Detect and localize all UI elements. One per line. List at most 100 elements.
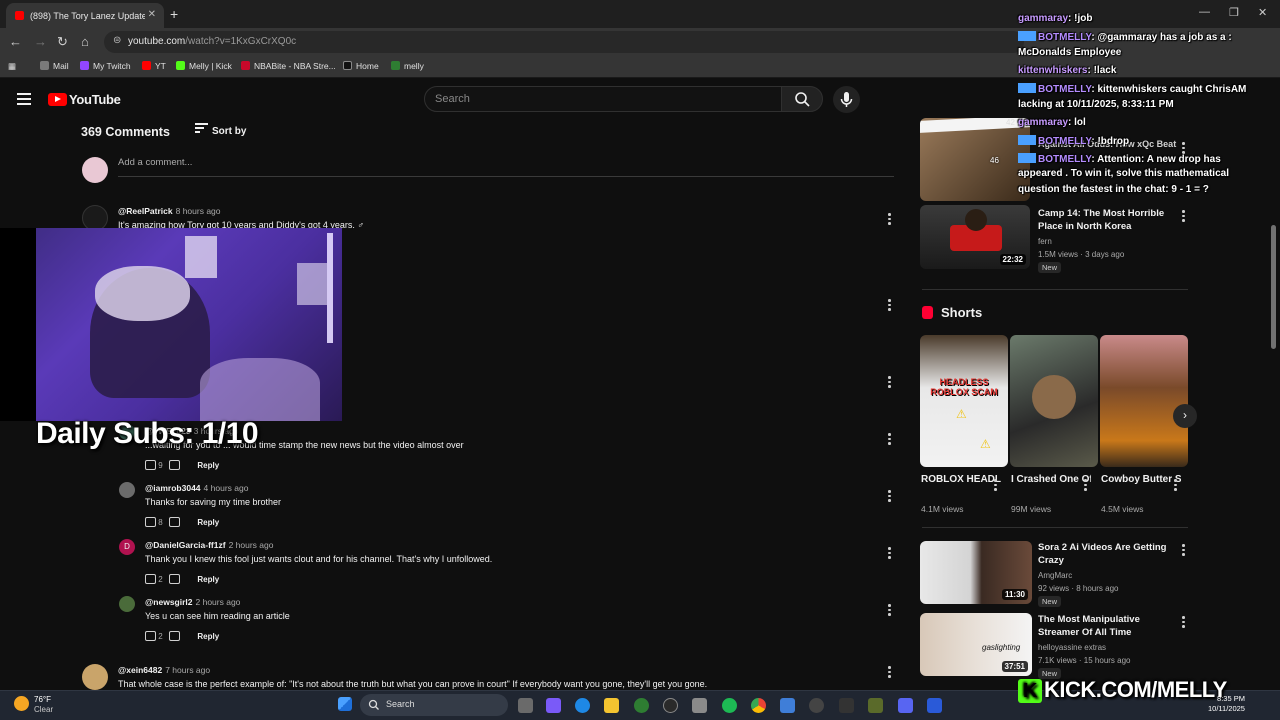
divider xyxy=(922,527,1188,528)
chat-line: kittenwhiskers: !lack xyxy=(1018,65,1117,76)
avatar[interactable]: D xyxy=(119,539,135,555)
chrome-icon[interactable] xyxy=(751,698,766,713)
short-thumbnail[interactable]: HEADLESS ROBLOX SCAM ⚠ ⚠ xyxy=(920,335,1008,467)
like-icon[interactable] xyxy=(145,460,156,470)
more-actions-icon[interactable] xyxy=(888,376,892,390)
dislike-icon[interactable] xyxy=(169,631,181,641)
more-actions-icon[interactable] xyxy=(1182,544,1186,558)
video-channel[interactable]: AmgMarc xyxy=(1038,569,1072,582)
comment-author[interactable]: @ReelPatrick 8 hours ago xyxy=(118,206,221,216)
dislike-icon[interactable] xyxy=(169,517,181,527)
close-tab-icon[interactable]: ✕ xyxy=(148,9,156,20)
more-actions-icon[interactable] xyxy=(1174,479,1178,493)
comment-text: Thank you I knew this fool just wants cl… xyxy=(145,554,493,564)
video-channel[interactable]: fern xyxy=(1038,235,1052,248)
comment-author[interactable]: @DanielGarcia-ff1zf 2 hours ago xyxy=(145,540,273,550)
scrollbar[interactable] xyxy=(1271,225,1276,349)
dislike-icon[interactable] xyxy=(169,574,181,584)
video-thumbnail[interactable]: gaslighting 37:51 xyxy=(920,613,1032,676)
dislike-icon[interactable] xyxy=(169,460,181,470)
spotify-icon[interactable] xyxy=(722,698,737,713)
more-actions-icon[interactable] xyxy=(1084,479,1088,493)
more-actions-icon[interactable] xyxy=(888,547,892,561)
app-icon[interactable] xyxy=(927,698,942,713)
video-thumbnail[interactable]: 11:30 xyxy=(920,541,1032,604)
back-icon[interactable]: ← xyxy=(9,34,22,49)
video-title[interactable]: The Most Manipulative Streamer Of All Ti… xyxy=(1038,613,1178,639)
more-actions-icon[interactable] xyxy=(888,666,892,680)
site-info-icon[interactable]: ⊜ xyxy=(113,35,121,46)
avatar[interactable] xyxy=(119,596,135,612)
short-thumbnail[interactable] xyxy=(1010,335,1098,467)
new-tab-button[interactable]: + xyxy=(170,6,178,22)
short-thumbnail[interactable] xyxy=(1100,335,1188,467)
bookmark-melly[interactable]: melly xyxy=(391,61,424,71)
home-icon[interactable]: ⌂ xyxy=(81,34,89,49)
comment-text: Yes u can see him reading an article xyxy=(145,611,290,621)
add-comment-input[interactable]: Add a comment... xyxy=(118,157,894,177)
bookmark-yt[interactable]: YT xyxy=(142,61,166,71)
bookmark-nbabite[interactable]: NBABite - NBA Stre... xyxy=(241,61,336,71)
video-thumbnail[interactable]: 22:32 xyxy=(920,205,1030,269)
browser-tab-youtube[interactable]: (898) The Tory Lanez Update - ✕ xyxy=(6,3,164,28)
next-shorts-button[interactable]: › xyxy=(1173,404,1197,428)
voice-search-button[interactable] xyxy=(833,86,860,113)
reload-icon[interactable]: ↻ xyxy=(57,34,68,50)
system-clock[interactable]: 8:35 PM 10/11/2025 xyxy=(1208,694,1245,714)
bookmark-x-home[interactable]: Home xyxy=(343,61,379,71)
bookmark-melly-kick[interactable]: Melly | Kick xyxy=(176,61,232,71)
short-title[interactable]: ROBLOX HEADLESS ... xyxy=(921,472,1001,487)
short-title[interactable]: I Crashed One Of The ... xyxy=(1011,472,1091,487)
video-title[interactable]: Sora 2 Ai Videos Are Getting Crazy xyxy=(1038,541,1178,567)
xbox-icon[interactable] xyxy=(634,698,649,713)
bookmark-my-twitch[interactable]: My Twitch xyxy=(80,61,131,71)
youtube-logo[interactable]: YouTube xyxy=(48,92,121,107)
like-icon[interactable] xyxy=(145,631,156,641)
more-actions-icon[interactable] xyxy=(994,479,998,493)
search-input[interactable]: Search xyxy=(424,86,782,112)
sort-by-button[interactable]: Sort by xyxy=(195,123,246,137)
app-icon[interactable] xyxy=(868,698,883,713)
reply-button[interactable]: Reply xyxy=(197,632,219,641)
more-actions-icon[interactable] xyxy=(1182,210,1186,224)
short-title[interactable]: Cowboy Butter Sauc... xyxy=(1101,472,1181,487)
search-button[interactable] xyxy=(781,86,823,112)
more-actions-icon[interactable] xyxy=(888,213,892,227)
youtube-favicon-icon xyxy=(15,11,24,20)
more-actions-icon[interactable] xyxy=(888,433,892,447)
address-bar[interactable]: ⊜ youtube.com/watch?v=1KxGxCrXQ0c xyxy=(104,31,1024,53)
reply-button[interactable]: Reply xyxy=(197,518,219,527)
menu-icon[interactable] xyxy=(17,93,31,105)
windows-start-icon[interactable] xyxy=(338,697,352,711)
video-channel[interactable]: helloyassine extras xyxy=(1038,641,1106,654)
media-player-icon[interactable] xyxy=(809,698,824,713)
photos-icon[interactable] xyxy=(780,698,795,713)
apps-grid-icon[interactable]: ▦ xyxy=(8,61,16,72)
like-icon[interactable] xyxy=(145,517,156,527)
bookmark-mail[interactable]: Mail xyxy=(40,61,69,71)
more-actions-icon[interactable] xyxy=(888,490,892,504)
reply-button[interactable]: Reply xyxy=(197,461,219,470)
edge-icon[interactable] xyxy=(575,698,590,713)
task-view-icon[interactable] xyxy=(518,698,533,713)
avatar[interactable] xyxy=(119,482,135,498)
file-explorer-icon[interactable] xyxy=(604,698,619,713)
more-actions-icon[interactable] xyxy=(1182,616,1186,630)
app-icon[interactable] xyxy=(839,698,854,713)
discord-icon[interactable] xyxy=(898,698,913,713)
comment-author[interactable]: @newsgirl2 2 hours ago xyxy=(145,597,240,607)
chat-line: appeared . To win it, solve this mathema… xyxy=(1018,168,1229,179)
copilot-icon[interactable] xyxy=(546,698,561,713)
more-actions-icon[interactable] xyxy=(888,299,892,313)
video-title[interactable]: Camp 14: The Most Horrible Place in Nort… xyxy=(1038,207,1178,233)
reply-button[interactable]: Reply xyxy=(197,575,219,584)
comment-author[interactable]: @iamrob3044 4 hours ago xyxy=(145,483,248,493)
calculator-icon[interactable] xyxy=(692,698,707,713)
more-actions-icon[interactable] xyxy=(888,604,892,618)
comment-author[interactable]: @xein6482 7 hours ago xyxy=(118,665,210,675)
steam-icon[interactable] xyxy=(663,698,678,713)
forward-icon[interactable]: → xyxy=(34,34,47,49)
taskbar-search[interactable]: Search xyxy=(360,694,508,716)
like-icon[interactable] xyxy=(145,574,156,584)
avatar[interactable] xyxy=(82,664,108,690)
